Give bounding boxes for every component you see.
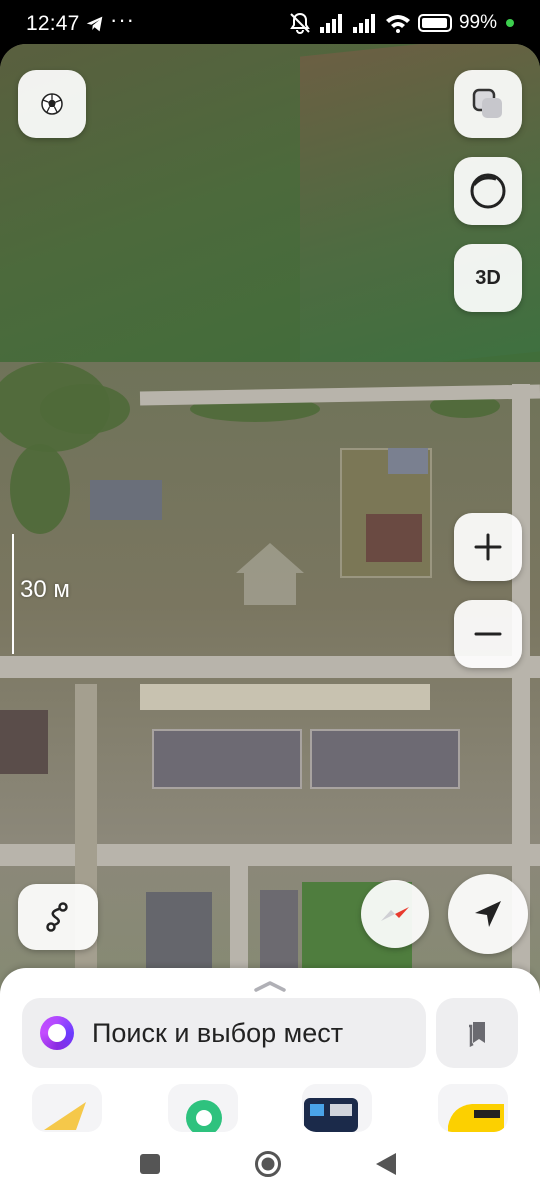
locate-me-button[interactable] <box>448 874 528 954</box>
compass-icon <box>381 907 409 921</box>
map-house <box>0 710 48 774</box>
plus-icon <box>474 533 502 561</box>
privacy-dot <box>506 19 514 27</box>
map-plot <box>140 684 430 710</box>
recents-icon[interactable] <box>138 1152 162 1176</box>
quick-action-transport[interactable] <box>302 1084 372 1132</box>
wifi-icon <box>385 15 410 33</box>
services-app-icon <box>168 1084 238 1132</box>
soccer-ball-icon <box>41 93 63 115</box>
battery-percent: 99% <box>458 12 497 33</box>
status-bar: 12:47 ··· 99% <box>0 0 540 48</box>
map-tree <box>40 384 130 434</box>
zoom-out-button[interactable] <box>454 600 522 668</box>
map-house <box>90 480 162 520</box>
quick-action-taxi[interactable] <box>438 1084 508 1132</box>
signal-icon-2 <box>352 14 375 33</box>
layers-button[interactable] <box>454 70 522 138</box>
transport-app-icon <box>302 1084 372 1132</box>
sheet-grabber-icon[interactable] <box>253 980 287 992</box>
search-placeholder: Поиск и выбор мест <box>92 1017 344 1048</box>
map-townhouse-row <box>310 729 460 789</box>
layers-icon <box>472 88 502 118</box>
bookmarks-icon <box>469 1022 485 1047</box>
camera-mode-button[interactable] <box>454 157 522 225</box>
signal-icon-1 <box>319 14 342 33</box>
compass-button[interactable] <box>361 880 429 948</box>
map-house <box>260 890 298 970</box>
muted-bell-icon <box>290 12 310 34</box>
scale-label: 30 м <box>20 576 70 603</box>
map-tree <box>10 444 70 534</box>
three-d-label: 3D <box>475 266 501 289</box>
map-house <box>388 448 428 474</box>
three-d-button[interactable]: 3D <box>454 244 522 312</box>
map-house <box>146 892 212 968</box>
zoom-in-button[interactable] <box>454 513 522 581</box>
back-icon[interactable] <box>374 1152 398 1176</box>
map-townhouse-row <box>152 729 302 789</box>
route-icon <box>46 902 68 932</box>
search-field[interactable]: Поиск и выбор мест <box>22 998 426 1068</box>
route-button[interactable] <box>18 884 98 950</box>
status-icons: 99% <box>288 12 514 34</box>
more-notifications-icon: ··· <box>110 7 135 32</box>
alice-assistant-icon[interactable] <box>40 1016 74 1050</box>
location-arrow-icon <box>475 901 501 927</box>
minus-icon <box>474 632 502 636</box>
quick-action-navigator[interactable] <box>32 1084 102 1132</box>
camera-mode-icon <box>470 173 506 209</box>
navigator-app-icon <box>32 1084 102 1132</box>
battery-icon <box>417 14 452 32</box>
scale-bar <box>12 534 14 654</box>
system-nav-bar <box>0 1132 540 1200</box>
home-icon[interactable] <box>254 1150 282 1178</box>
telegram-icon <box>86 16 103 32</box>
quick-action-services[interactable] <box>168 1084 238 1132</box>
map-house <box>366 514 422 562</box>
bookmarks-button[interactable] <box>436 998 518 1068</box>
status-time: 12:47 <box>26 12 80 35</box>
sport-layer-button[interactable] <box>18 70 86 138</box>
map-watermark-icon <box>236 543 304 605</box>
bottom-sheet[interactable]: Поиск и выбор мест <box>0 968 540 1132</box>
taxi-app-icon <box>438 1084 508 1132</box>
